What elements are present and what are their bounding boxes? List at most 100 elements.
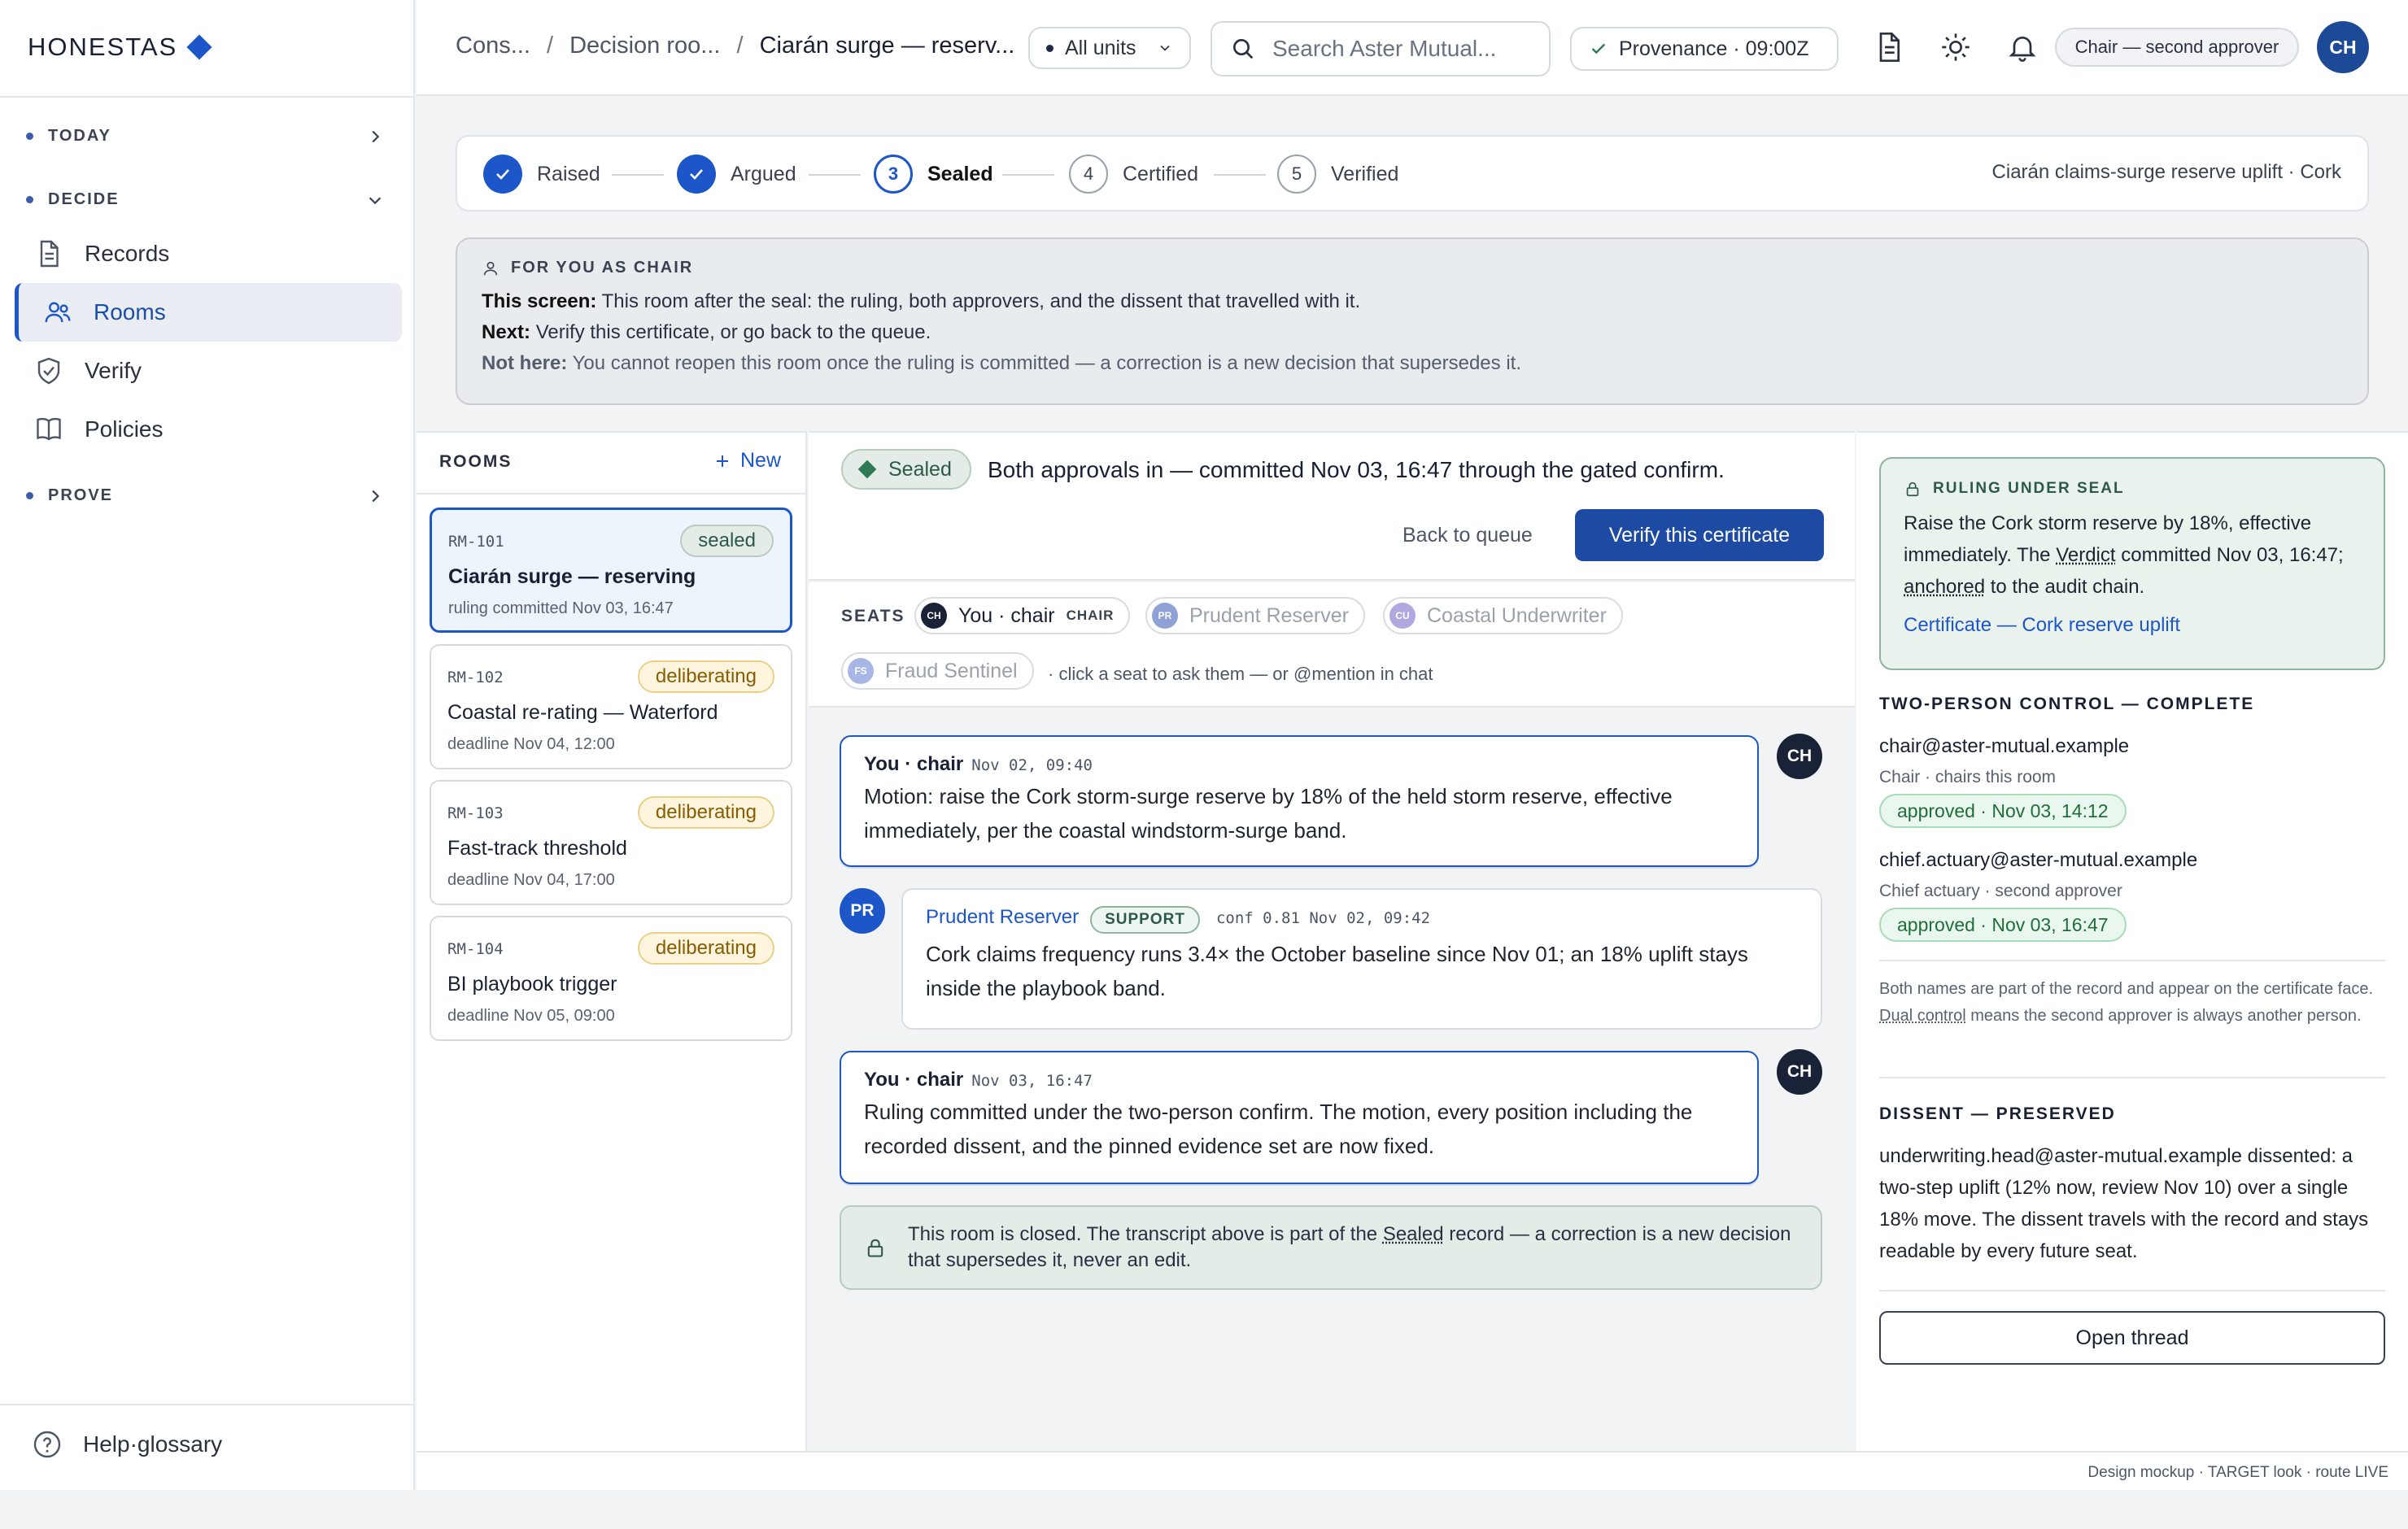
closed-notice: This room is closed. The transcript abov… <box>840 1205 1822 1290</box>
seat-prudent-reserver[interactable]: PR Prudent Reserver <box>1145 597 1365 634</box>
divider <box>0 96 415 98</box>
room-subtitle: deadline Nov 04, 12:00 <box>447 735 615 753</box>
role-badge[interactable]: Chair — second approver <box>2055 28 2299 67</box>
approval-badge: approved · Nov 03, 16:47 <box>1879 908 2127 942</box>
divider <box>417 493 805 494</box>
status-badge: deliberating <box>637 932 774 965</box>
step-number: 4 <box>1069 155 1108 194</box>
step-connector <box>1214 174 1266 176</box>
sidebar-item-label: Rooms <box>94 299 166 325</box>
step-label: Raised <box>537 162 600 185</box>
note-pre: Both names are part of the record and ap… <box>1879 980 2374 998</box>
units-dropdown[interactable]: All units <box>1028 27 1191 69</box>
message-time: Nov 03, 16:47 <box>971 1072 1093 1090</box>
divider <box>1879 960 2385 961</box>
seat-name: You · chair <box>958 603 1055 627</box>
for-you-not-here: Not here: You cannot reopen this room on… <box>482 352 2343 375</box>
room-subtitle: deadline Nov 05, 09:00 <box>447 1007 615 1025</box>
provenance-label: Provenance · 09:00Z <box>1619 37 1809 60</box>
shield-check-icon <box>37 357 60 385</box>
ruling-panel: RULING UNDER SEAL Raise the Cork storm r… <box>1856 431 2408 1490</box>
verify-certificate-button[interactable]: Verify this certificate <box>1575 509 1824 561</box>
step-check-icon <box>677 155 716 194</box>
closed-text: This room is closed. The transcript abov… <box>908 1222 1798 1274</box>
room-card[interactable]: RM-103 deliberating Fast-track threshold… <box>430 780 792 905</box>
stance-badge: SUPPORT <box>1090 906 1200 934</box>
step-verified: 5 Verified <box>1277 155 1398 194</box>
open-thread-button[interactable]: Open thread <box>1879 1311 2385 1365</box>
ruling-title: RULING UNDER SEAL <box>1933 480 2125 497</box>
room-title: Ciarán surge — reserving <box>448 565 696 588</box>
back-to-queue-link[interactable]: Back to queue <box>1402 524 1533 547</box>
label: This screen: <box>482 290 597 312</box>
dissent-text: underwriting.head@aster-mutual.example d… <box>1879 1145 2369 1262</box>
room-subtitle: deadline Nov 04, 17:00 <box>447 871 615 889</box>
room-title: BI playbook trigger <box>447 973 617 995</box>
bullet-icon <box>1046 44 1054 52</box>
provenance-badge[interactable]: Provenance · 09:00Z <box>1570 27 1839 71</box>
message-time: conf 0.81 Nov 02, 09:42 <box>1215 909 1431 928</box>
avatar[interactable]: CH <box>2317 21 2369 73</box>
sidebar-item-policies[interactable]: Policies <box>15 400 402 459</box>
bell-icon[interactable] <box>2006 31 2039 63</box>
help-glossary-link[interactable]: Help·glossary <box>33 1430 222 1459</box>
search-input[interactable]: Search Aster Mutual... <box>1211 21 1551 76</box>
check-icon <box>1591 43 1606 54</box>
sidebar-item-label: Records <box>85 241 170 266</box>
ruling-heading: RULING UNDER SEAL <box>1904 480 2361 498</box>
sidebar-item-verify[interactable]: Verify <box>15 342 402 400</box>
step-connector <box>1002 174 1054 176</box>
units-label: All units <box>1065 36 1136 59</box>
plus-icon <box>716 455 728 467</box>
brand-logo[interactable]: HONESTAS <box>28 33 212 62</box>
nav-group-today[interactable]: TODAY <box>26 127 384 146</box>
breadcrumb-item[interactable]: Cons... <box>456 33 530 59</box>
breadcrumb-separator: / <box>546 33 553 59</box>
glossary-term-anchored[interactable]: anchored <box>1904 576 1985 598</box>
message-author: You · chair <box>864 753 964 775</box>
room-title: Fast-track threshold <box>447 837 627 860</box>
chat-message: You · chair Nov 03, 16:47 Ruling committe… <box>840 1051 1759 1184</box>
room-card[interactable]: RM-104 deliberating BI playbook trigger … <box>430 916 792 1041</box>
step-certified: 4 Certified <box>1069 155 1198 194</box>
sidebar-item-label: Policies <box>85 416 164 442</box>
for-you-screen: This screen: This room after the seal: t… <box>482 290 2343 313</box>
bullet-icon <box>26 196 33 203</box>
rooms-panel: ROOMS New RM-101 sealed Ciarán surge — r… <box>417 431 807 1490</box>
room-id: RM-102 <box>447 669 504 686</box>
glossary-term-sealed[interactable]: Sealed <box>1383 1223 1444 1245</box>
help-circle-icon <box>33 1431 61 1458</box>
label: Not here: <box>482 352 568 374</box>
seat-avatar: CH <box>921 603 947 629</box>
people-icon <box>45 302 71 323</box>
sun-icon[interactable] <box>1939 31 1972 63</box>
room-subtitle: ruling committed Nov 03, 16:47 <box>448 599 674 617</box>
certificate-link[interactable]: Certificate — Cork reserve uplift <box>1904 614 2361 637</box>
nav-group-decide[interactable]: DECIDE <box>26 190 384 209</box>
status-badge: deliberating <box>637 796 774 829</box>
seat-coastal-underwriter[interactable]: CU Coastal Underwriter <box>1383 597 1623 634</box>
sidebar-item-records[interactable]: Records <box>15 224 402 283</box>
chevron-right-icon <box>372 490 380 502</box>
nav-group-prove[interactable]: PROVE <box>26 486 384 505</box>
breadcrumb-item[interactable]: Decision roo... <box>569 33 720 59</box>
progress-stepper: Raised Argued 3 Sealed 4 Certified 5 Ver… <box>456 135 2369 211</box>
room-card[interactable]: RM-102 deliberating Coastal re-rating — … <box>430 644 792 769</box>
step-number: 3 <box>874 155 913 194</box>
room-card[interactable]: RM-101 sealed Ciarán surge — reserving r… <box>430 507 792 633</box>
help-label: Help·glossary <box>83 1431 223 1457</box>
seat-name: Prudent Reserver <box>1189 603 1349 627</box>
step-label: Certified <box>1123 162 1199 185</box>
new-room-button[interactable]: New <box>713 449 781 473</box>
breadcrumb-separator: / <box>736 33 744 59</box>
diamond-logo-icon <box>186 34 212 60</box>
role-label: Chair — second approver <box>2074 37 2279 57</box>
seat-you-chair[interactable]: CH You · chair CHAIR <box>914 597 1131 634</box>
glossary-term-verdict[interactable]: Verdict <box>2056 544 2115 566</box>
document-icon[interactable] <box>1873 31 1905 63</box>
glossary-term-dual-control[interactable]: Dual control <box>1879 1007 1966 1025</box>
stepper-context: Ciarán claims-surge reserve uplift · Cor… <box>1991 161 2341 183</box>
text: Verify this certificate, or go back to t… <box>535 321 931 343</box>
sidebar-item-rooms[interactable]: Rooms <box>15 283 402 342</box>
seat-fraud-sentinel[interactable]: FS Fraud Sentinel <box>841 652 1034 690</box>
